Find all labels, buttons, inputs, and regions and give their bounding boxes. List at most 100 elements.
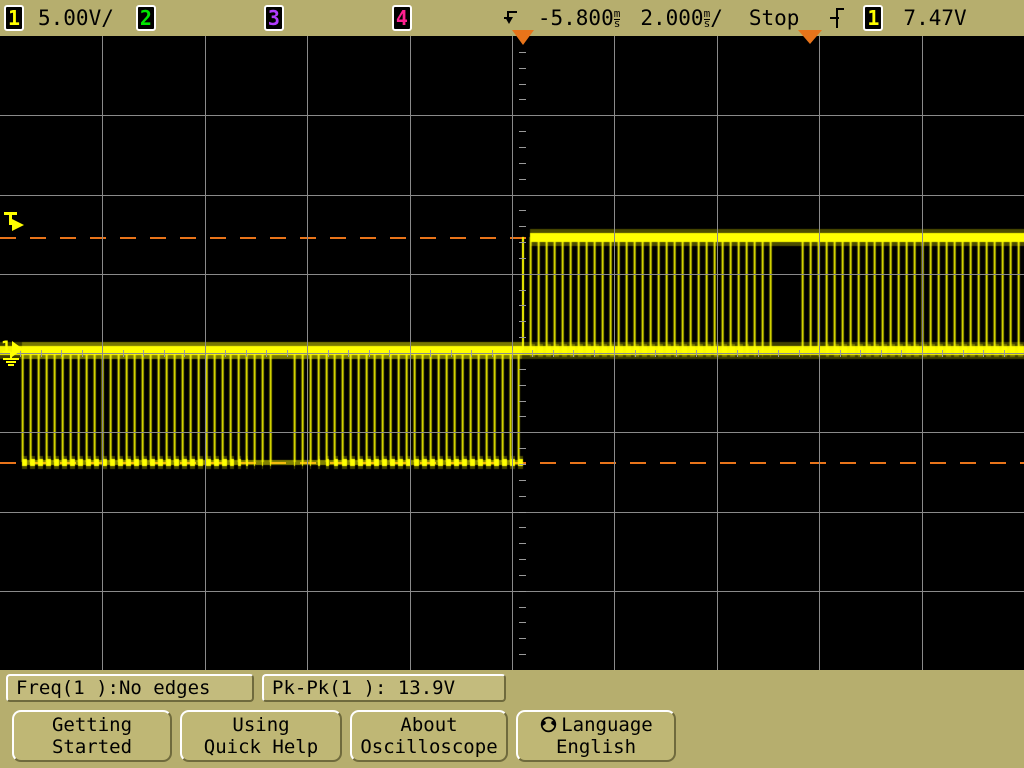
softkey-language-line2: English	[555, 736, 637, 758]
grid-minor-tick	[246, 350, 247, 357]
softkey-about-oscilloscope-line2: Oscilloscope	[360, 736, 498, 758]
grid-minor-tick	[737, 350, 738, 357]
grid-minor-tick	[860, 350, 861, 357]
grid-minor-tick	[519, 131, 526, 132]
grid-hline	[0, 512, 1024, 513]
grid-minor-tick	[676, 350, 677, 357]
channel-3-badge[interactable]: 3	[263, 5, 284, 31]
grid-minor-tick	[519, 527, 526, 528]
grid-minor-tick	[594, 350, 595, 357]
grid-minor-tick	[519, 575, 526, 576]
grid-minor-tick	[519, 416, 526, 417]
grid-minor-tick	[519, 305, 526, 306]
softkey-getting-started-line1: Getting	[51, 713, 133, 736]
trigger-time-marker-icon[interactable]	[510, 30, 536, 48]
grid-minor-tick	[614, 350, 615, 357]
run-state[interactable]: Stop	[749, 6, 800, 30]
grid-minor-tick	[519, 163, 526, 164]
grid-minor-tick	[410, 350, 411, 357]
grid-minor-tick	[519, 52, 526, 53]
softkey-about-oscilloscope[interactable]: About Oscilloscope	[350, 710, 508, 762]
grid-minor-tick	[287, 350, 288, 357]
delay-unit-denominator: s	[613, 16, 621, 30]
softkey-using-quick-help[interactable]: Using Quick Help	[180, 710, 342, 762]
trigger-level-marker-left[interactable]	[2, 211, 28, 241]
softkey-using-quick-help-line1: Using	[232, 713, 290, 736]
grid-minor-tick	[348, 350, 349, 357]
delay-value[interactable]: -5.800	[538, 6, 614, 30]
grid-minor-tick	[758, 350, 759, 357]
channel-1-ground-marker[interactable]: 1	[0, 338, 28, 368]
channel-4-badge[interactable]: 4	[391, 5, 412, 31]
grid-minor-tick	[519, 622, 526, 623]
channel-2-badge[interactable]: 2	[135, 5, 156, 31]
trigger-level-value[interactable]: 7.47V	[903, 6, 966, 30]
grid-minor-tick	[1004, 350, 1005, 357]
grid-minor-tick	[655, 350, 656, 357]
grid-hline	[0, 432, 1024, 433]
grid-minor-tick	[573, 350, 574, 357]
grid-minor-tick	[519, 480, 526, 481]
grid-minor-tick	[696, 350, 697, 357]
rising-edge-icon[interactable]	[829, 7, 845, 29]
grid-minor-tick	[519, 512, 526, 513]
trigger-level-marker-icon[interactable]	[798, 30, 822, 45]
grid-minor-tick	[123, 350, 124, 357]
waveform-graticule[interactable]	[0, 36, 1024, 670]
grid-hline	[0, 274, 1024, 275]
timebase-value[interactable]: 2.000	[640, 6, 703, 30]
grid-minor-tick	[519, 321, 526, 322]
grid-minor-tick	[778, 350, 779, 357]
grid-minor-tick	[471, 350, 472, 357]
timebase-unit: m s	[703, 8, 711, 30]
grid-minor-tick	[963, 350, 964, 357]
softkey-language[interactable]: Language English	[516, 710, 676, 762]
grid-minor-tick	[983, 350, 984, 357]
grid-minor-tick	[328, 350, 329, 357]
grid-minor-tick	[225, 350, 226, 357]
grid-minor-tick	[519, 369, 526, 370]
grid-minor-tick	[519, 543, 526, 544]
svg-text:1: 1	[1, 338, 11, 358]
grid-minor-tick	[164, 350, 165, 357]
grid-minor-tick	[519, 147, 526, 148]
grid-minor-tick	[519, 258, 526, 259]
grid-minor-tick	[519, 607, 526, 608]
timebase-suffix: /	[710, 6, 723, 30]
grid-minor-tick	[519, 226, 526, 227]
grid-minor-tick	[430, 350, 431, 357]
grid-minor-tick	[519, 179, 526, 180]
delay-unit: m s	[613, 8, 621, 30]
grid-minor-tick	[519, 559, 526, 560]
grid-minor-tick	[519, 464, 526, 465]
grid-minor-tick	[840, 350, 841, 357]
grid-minor-tick	[519, 290, 526, 291]
softkey-language-line1: Language	[561, 713, 653, 736]
grid-minor-tick	[184, 350, 185, 357]
grid-minor-tick	[922, 350, 923, 357]
grid-minor-tick	[799, 350, 800, 357]
grid-minor-tick	[819, 350, 820, 357]
grid-minor-tick	[519, 337, 526, 338]
grid-minor-tick	[451, 350, 452, 357]
grid-minor-tick	[512, 350, 513, 357]
grid-minor-tick	[389, 350, 390, 357]
channel-1-scale[interactable]: 5.00V/	[38, 6, 114, 30]
grid-minor-tick	[519, 401, 526, 402]
frequency-measurement[interactable]: Freq(1 ):No edges	[6, 674, 254, 702]
softkey-getting-started[interactable]: Getting Started	[12, 710, 172, 762]
grid-minor-tick	[519, 99, 526, 100]
grid-hline	[0, 591, 1024, 592]
timebase-unit-denominator: s	[703, 16, 711, 30]
softkey-about-oscilloscope-line1: About	[400, 713, 458, 736]
trigger-source-badge[interactable]: 1	[863, 5, 884, 31]
grid-minor-tick	[143, 350, 144, 357]
trigger-position-icon	[503, 7, 524, 29]
channel-1-badge[interactable]: 1	[4, 5, 24, 31]
grid-minor-tick	[61, 350, 62, 357]
grid-minor-tick	[519, 448, 526, 449]
softkey-getting-started-line2: Started	[51, 736, 133, 758]
grid-minor-tick	[519, 654, 526, 655]
peak-to-peak-measurement[interactable]: Pk-Pk(1 ): 13.9V	[262, 674, 506, 702]
grid-minor-tick	[881, 350, 882, 357]
